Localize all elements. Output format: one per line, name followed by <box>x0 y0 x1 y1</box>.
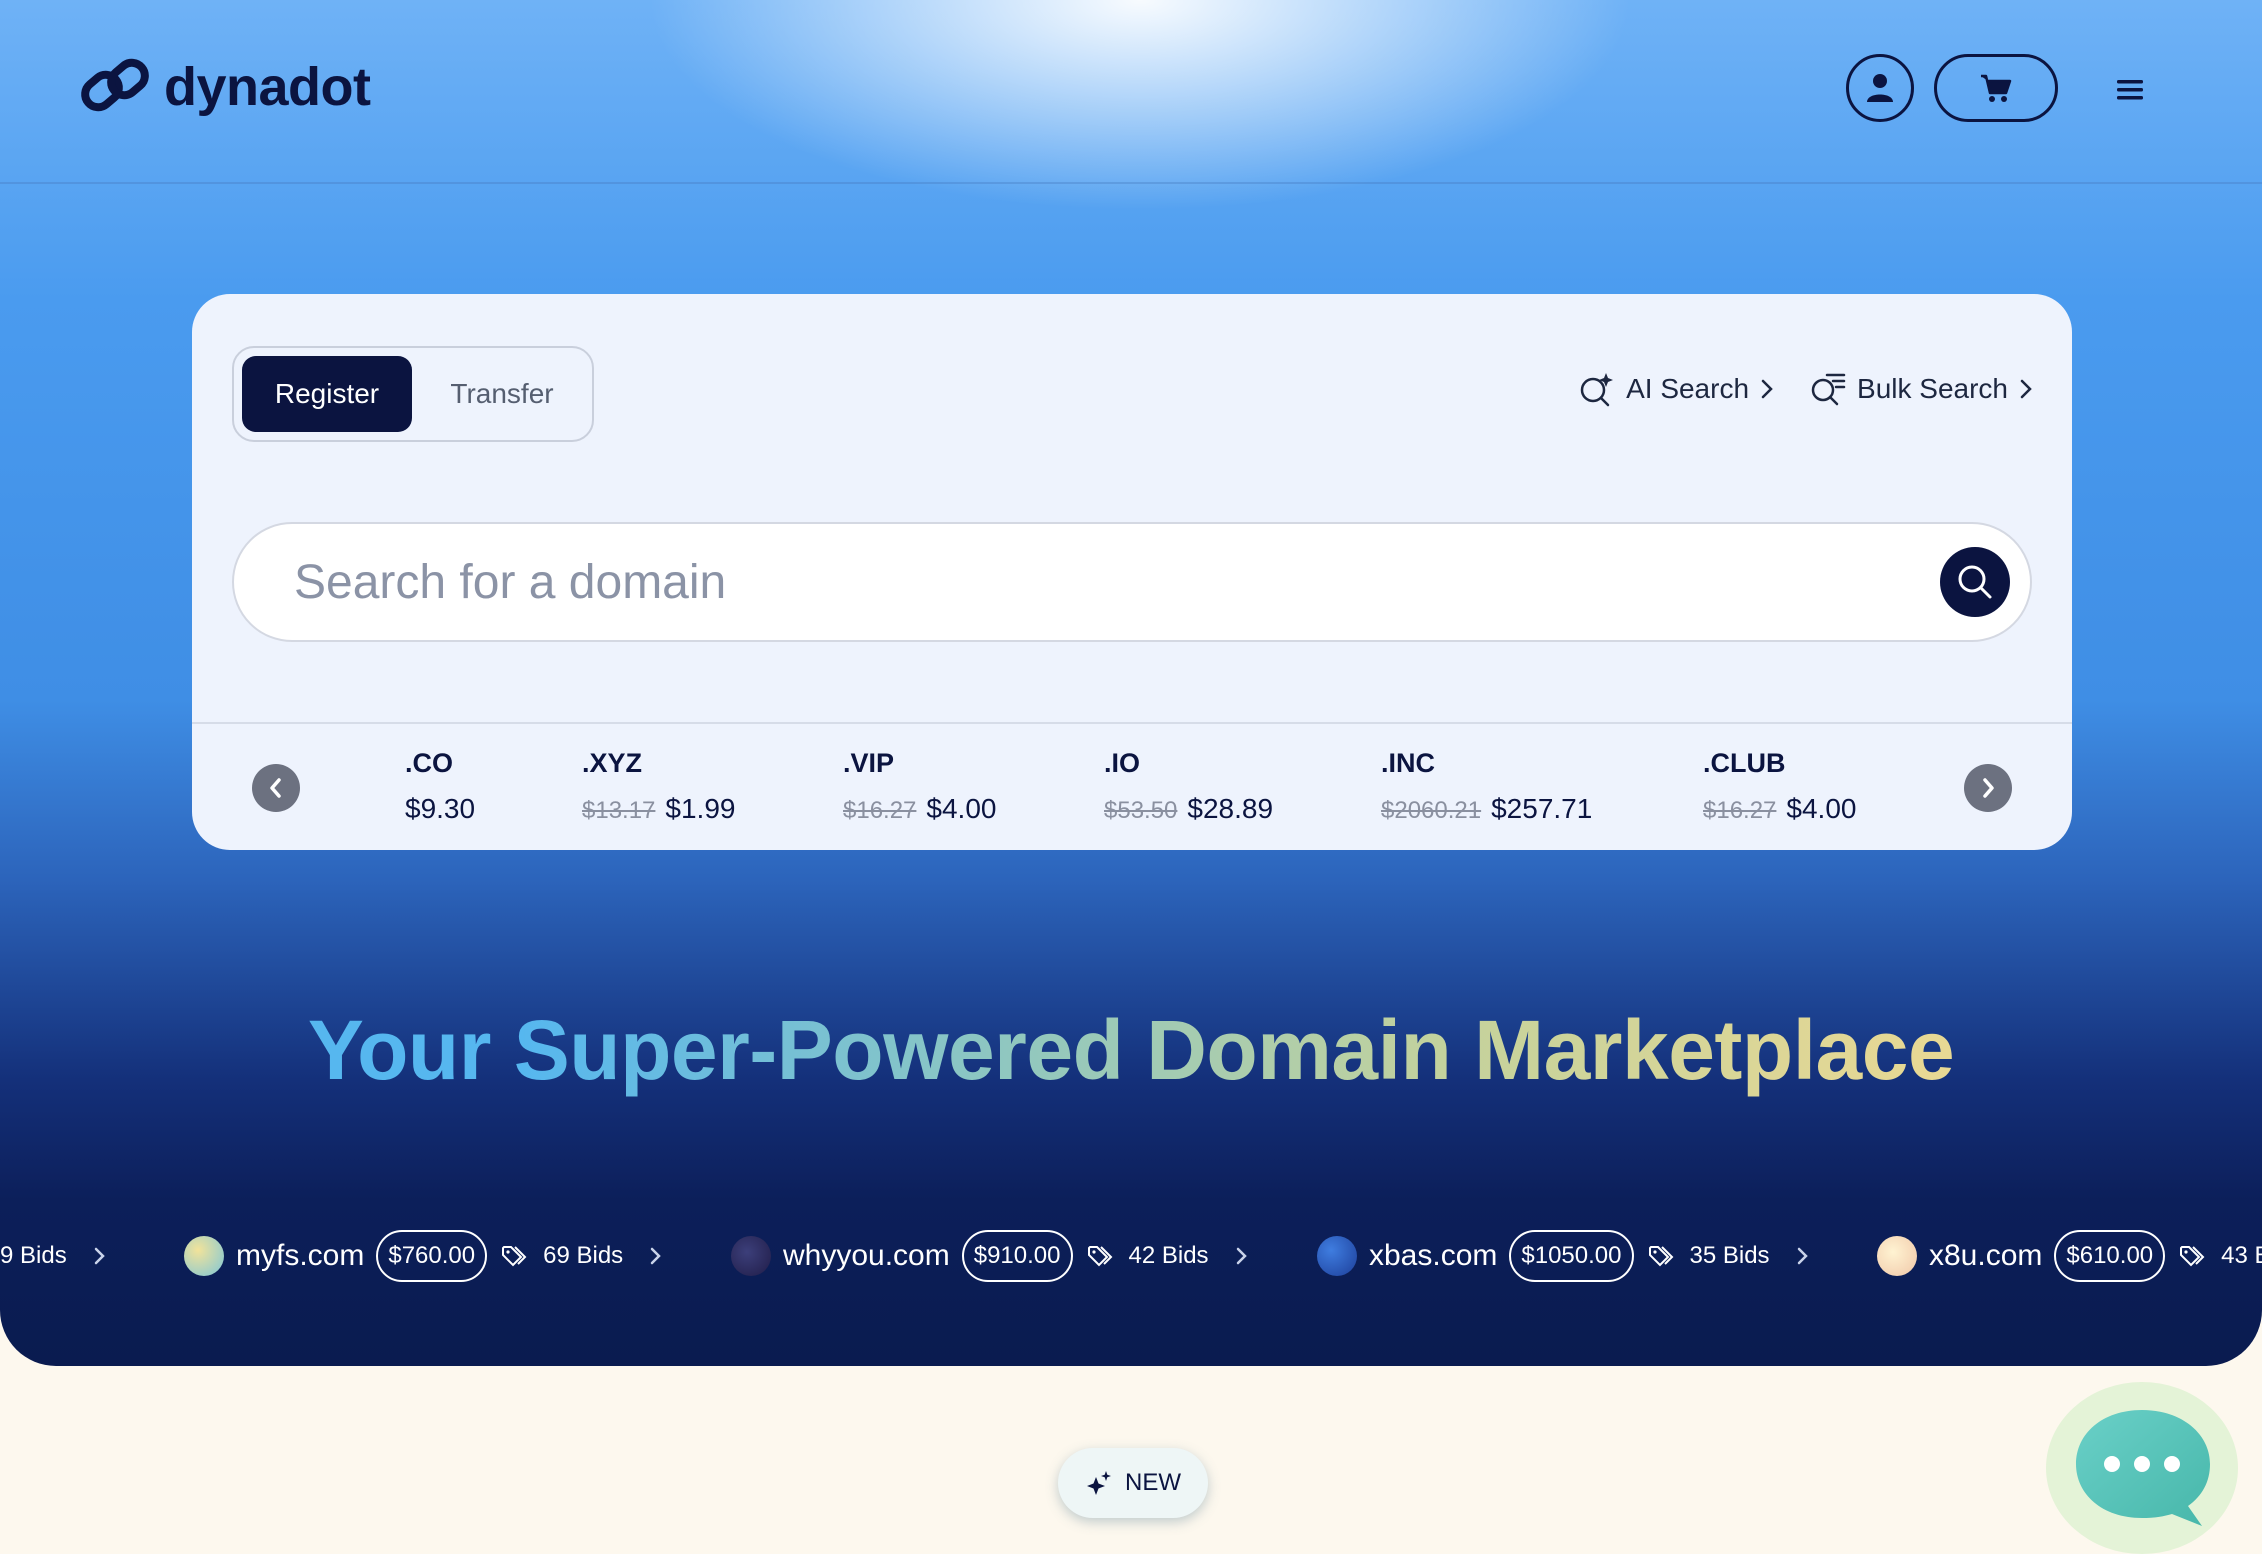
chat-bubble-icon <box>2076 1410 2210 1526</box>
ticker-domain: x8u.com <box>1929 1239 2043 1272</box>
ticker-price: $760.00 <box>376 1230 488 1282</box>
ticker-price: $610.00 <box>2054 1230 2166 1282</box>
tld-old-price: $16.27 <box>1703 797 1777 824</box>
tag-icon <box>501 1244 529 1268</box>
domain-search-card: Register Transfer AI Search Bulk Search … <box>192 294 2072 850</box>
carousel-next-button[interactable] <box>1964 764 2012 812</box>
new-badge-label: NEW <box>1125 1469 1181 1496</box>
ticker-price: $910.00 <box>961 1230 1073 1282</box>
new-badge[interactable]: NEW <box>1058 1448 1208 1518</box>
tld-old-price: $16.27 <box>843 797 917 824</box>
ai-search-icon <box>1580 373 1614 407</box>
tld-name: .CO <box>405 748 454 778</box>
tld-price: $28.89 <box>1187 793 1274 824</box>
search-icon <box>1958 565 1992 599</box>
account-button[interactable] <box>1846 54 1914 122</box>
tld-old-price: $53.50 <box>1104 797 1178 824</box>
ticker-item[interactable]: whyyou.com $910.00 42 Bids <box>731 1226 1249 1286</box>
search-links: AI Search Bulk Search <box>1578 370 2034 408</box>
chevron-right-icon <box>1761 379 1773 399</box>
carousel-prev-button[interactable] <box>252 764 300 812</box>
ai-search-link[interactable]: AI Search <box>1578 370 1775 408</box>
chevron-right-icon <box>649 1245 663 1267</box>
ticker-bids: 9 Bids <box>0 1242 67 1269</box>
ai-search-label: AI Search <box>1626 373 1750 404</box>
tab-register[interactable]: Register <box>242 356 412 432</box>
ticker-bids: 42 Bids <box>1128 1242 1209 1269</box>
hero-headline: Your Super-Powered Domain Marketplace <box>0 1002 2262 1099</box>
cart-icon <box>1981 74 2012 102</box>
site-header: dynadot <box>0 0 2262 184</box>
tld-price: $1.99 <box>665 793 736 824</box>
tab-transfer[interactable]: Transfer <box>420 356 584 432</box>
ticker-domain: whyyou.com <box>783 1239 950 1272</box>
tld-price-carousel: .CO $9.30 .XYZ $13.17 $1.99 .VIP $16.27 … <box>192 722 2072 850</box>
chat-widget-button[interactable] <box>2046 1382 2238 1554</box>
bulk-search-link[interactable]: Bulk Search <box>1809 370 2034 408</box>
tld-item-xyz[interactable]: .XYZ $13.17 $1.99 <box>582 748 735 825</box>
domain-search-input[interactable] <box>294 546 1874 618</box>
logo-text: dynadot <box>164 57 371 117</box>
ticker-item[interactable]: myfs.com $760.00 69 Bids <box>184 1226 663 1286</box>
tld-item-inc[interactable]: .INC $2060.21 $257.71 <box>1381 748 1592 825</box>
domain-search-box <box>232 522 2032 642</box>
user-icon <box>1867 74 1893 102</box>
domain-avatar <box>1877 1236 1917 1276</box>
ticker-domain: xbas.com <box>1369 1239 1498 1272</box>
hero-section: dynadot Register Transfer AI Search Bulk… <box>0 0 2262 1366</box>
search-mode-tabs: Register Transfer <box>232 346 594 442</box>
tld-item-club[interactable]: .CLUB $16.27 $4.00 <box>1703 748 1856 825</box>
tld-item-vip[interactable]: .VIP $16.27 $4.00 <box>843 748 996 825</box>
ticker-item[interactable]: x8u.com $610.00 43 Bi <box>1877 1226 2262 1286</box>
chevron-left-icon <box>270 778 281 798</box>
tld-price: $4.00 <box>1786 793 1857 824</box>
tld-item-co[interactable]: .CO $9.30 <box>405 748 475 825</box>
ticker-bids: 69 Bids <box>543 1242 624 1269</box>
bulk-search-label: Bulk Search <box>1857 373 2008 404</box>
tld-old-price: $13.17 <box>582 797 656 824</box>
tld-price: $4.00 <box>926 793 997 824</box>
chevron-right-icon <box>1983 778 1994 798</box>
domain-avatar <box>1317 1236 1357 1276</box>
ticker-item-partial[interactable]: 9 Bids <box>0 1226 107 1286</box>
domain-avatar <box>184 1236 224 1276</box>
tag-icon <box>1648 1244 1676 1268</box>
domain-avatar <box>731 1236 771 1276</box>
ticker-item[interactable]: xbas.com $1050.00 35 Bids <box>1317 1226 1810 1286</box>
bulk-search-icon <box>1811 373 1846 406</box>
tag-icon <box>2179 1244 2207 1268</box>
tld-price: $257.71 <box>1491 793 1593 824</box>
tld-name: .VIP <box>843 748 895 778</box>
ticker-price: $1050.00 <box>1509 1230 1634 1282</box>
search-button[interactable] <box>1940 547 2010 617</box>
ticker-bids: 43 Bi <box>2221 1242 2262 1269</box>
tld-name: .XYZ <box>582 748 643 778</box>
ticker-bids: 35 Bids <box>1689 1242 1770 1269</box>
chevron-right-icon <box>2020 379 2032 399</box>
tld-name: .INC <box>1381 748 1435 778</box>
auction-ticker: 9 Bids myfs.com $760.00 69 Bids whyyou.c… <box>0 1226 2262 1286</box>
chevron-right-icon <box>1796 1245 1810 1267</box>
sparkle-icon <box>1087 1471 1111 1495</box>
dynadot-logo-icon <box>81 58 149 112</box>
tld-item-io[interactable]: .IO $53.50 $28.89 <box>1104 748 1273 825</box>
tld-name: .CLUB <box>1703 748 1786 778</box>
tag-icon <box>1087 1244 1115 1268</box>
tld-name: .IO <box>1104 748 1141 778</box>
tld-price: $9.30 <box>405 793 476 824</box>
logo[interactable]: dynadot <box>80 52 371 122</box>
ticker-domain: myfs.com <box>236 1239 365 1272</box>
tld-old-price: $2060.21 <box>1381 797 1482 824</box>
cart-button[interactable] <box>1934 54 2058 122</box>
chevron-right-icon <box>93 1245 107 1267</box>
chevron-right-icon <box>1235 1245 1249 1267</box>
menu-button[interactable] <box>2110 70 2150 110</box>
hamburger-menu-icon <box>2117 80 2143 100</box>
